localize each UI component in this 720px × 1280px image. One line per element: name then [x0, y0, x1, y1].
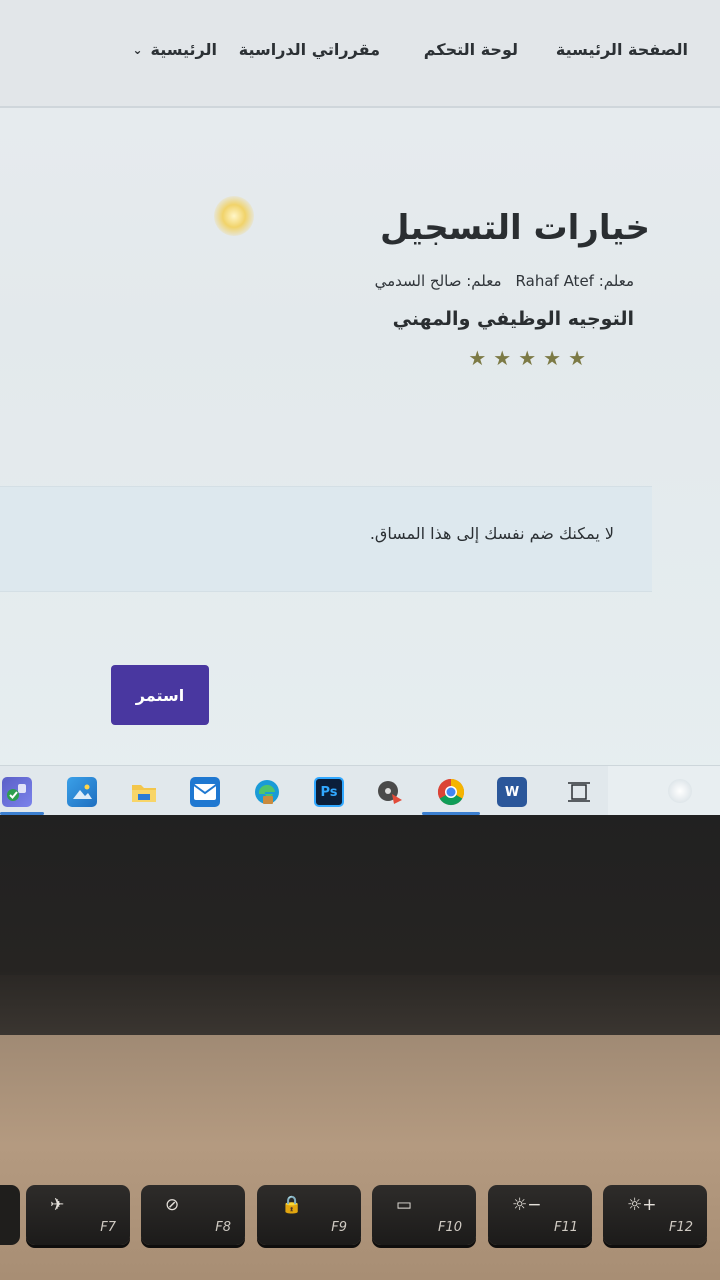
star-icon: ★	[543, 346, 562, 370]
f9-label: F9	[331, 1220, 347, 1235]
lock-icon: 🔒	[281, 1195, 303, 1215]
media-player-icon[interactable]	[375, 777, 405, 807]
file-explorer-icon[interactable]	[129, 777, 159, 807]
page-title: خيارات التسجيل	[379, 208, 650, 248]
f10-key: ▭ F10	[372, 1185, 476, 1245]
laptop-screen: الصفحة الرئيسية لوحة التحكم مقرراتي الدر…	[0, 0, 720, 815]
nav-main-label: الرئيسية	[150, 40, 218, 59]
screen-glare	[214, 196, 254, 236]
f10-label: F10	[437, 1220, 462, 1235]
nav-main-dropdown[interactable]: الرئيسية ⌄	[132, 40, 217, 59]
nav-dashboard-link[interactable]: لوحة التحكم	[424, 40, 518, 59]
nav-my-courses-link[interactable]: مقرراتي الدراسية	[239, 40, 380, 59]
top-navbar: الصفحة الرئيسية لوحة التحكم مقرراتي الدر…	[0, 0, 720, 108]
word-icon[interactable]: W	[497, 777, 527, 807]
f8-label: F8	[215, 1220, 231, 1235]
edge-icon[interactable]	[252, 777, 282, 807]
f9-key: 🔒 F9	[257, 1185, 361, 1245]
keyboard-key-partial	[0, 1185, 20, 1245]
star-icon: ★	[518, 346, 537, 370]
tray-icon[interactable]	[668, 779, 692, 803]
teams-icon[interactable]	[2, 777, 32, 807]
display-icon: ▭	[396, 1195, 413, 1215]
notice-message: لا يمكنك ضم نفسك إلى هذا المساق.	[369, 524, 614, 543]
f12-key: ☼+ F12	[603, 1185, 707, 1245]
star-icon: ★	[568, 346, 586, 370]
teachers-line: معلم: Rahaf Atef معلم: صالح السدمي	[375, 272, 634, 290]
airplane-icon: ✈	[50, 1195, 65, 1215]
f8-key: ⊘ F8	[141, 1185, 245, 1245]
rating-stars: ★ ★ ★ ★ ★	[468, 348, 586, 368]
chrome-icon[interactable]	[436, 777, 466, 807]
photoshop-icon[interactable]: Ps	[314, 777, 344, 807]
f12-label: F12	[668, 1220, 693, 1235]
f11-label: F11	[553, 1220, 578, 1235]
mail-icon[interactable]	[190, 777, 220, 807]
photos-icon[interactable]	[67, 777, 97, 807]
f11-key: ☼− F11	[488, 1185, 592, 1245]
star-icon: ★	[493, 346, 512, 370]
teacher-2: معلم: صالح السدمي	[374, 272, 502, 290]
chevron-down-icon: ⌄	[132, 42, 143, 57]
f7-key: ✈ F7	[26, 1185, 130, 1245]
laptop-hinge	[0, 975, 720, 1035]
course-name: التوجيه الوظيفي والمهني	[392, 308, 634, 330]
camera-off-icon: ⊘	[165, 1195, 180, 1215]
brightness-up-icon: ☼+	[627, 1195, 657, 1215]
nav-home-link[interactable]: الصفحة الرئيسية	[556, 40, 688, 59]
f7-label: F7	[100, 1220, 116, 1235]
system-tray	[608, 766, 720, 815]
windows-taskbar: Ps W	[0, 765, 720, 815]
star-icon: ★	[468, 346, 487, 370]
brightness-down-icon: ☼−	[512, 1195, 542, 1215]
task-view-icon[interactable]	[564, 777, 594, 807]
teacher-1: معلم: Rahaf Atef	[515, 272, 634, 290]
continue-button[interactable]: استمر	[111, 665, 209, 725]
